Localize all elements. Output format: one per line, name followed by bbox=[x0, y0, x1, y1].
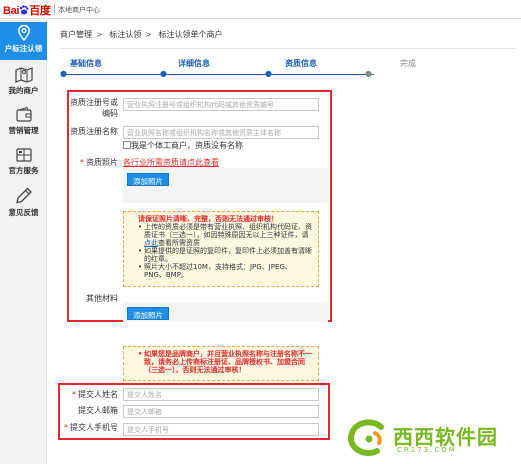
step-dot: ● bbox=[160, 69, 167, 78]
breadcrumb-divider bbox=[60, 48, 515, 49]
add-photo-button[interactable]: 添加照片 bbox=[127, 173, 169, 186]
reg-name-input[interactable] bbox=[123, 126, 319, 139]
brand-notice: 如果您是品牌商户，并且营业执照名称与注册名称不一致，请务必上传商标注册证、品牌授… bbox=[123, 346, 319, 381]
map-icon bbox=[14, 67, 33, 83]
page-root: { "header": { "logo_text": "Bai百度", "tit… bbox=[0, 0, 521, 464]
click-here-link[interactable]: 点此 bbox=[144, 239, 158, 247]
step-detail-info: 详细信息 bbox=[178, 59, 210, 68]
progress-steps: 基础信息 详细信息 资质信息 完成 ● ● ● ● bbox=[60, 54, 515, 84]
step-qualification-info: 资质信息 bbox=[285, 59, 317, 68]
notice-item: 照片大小不超过10M，支持格式：JPG、JPEG、PNG、BMP。 bbox=[138, 263, 312, 279]
submitter-name-input[interactable] bbox=[123, 388, 319, 401]
sidebar-item-official-service[interactable]: 官方服务 bbox=[0, 144, 47, 182]
breadcrumb: 商户管理 > 标注认领 > 标注认领单个商户 bbox=[60, 29, 510, 49]
submitter-email-input[interactable] bbox=[123, 405, 319, 418]
logo-divider bbox=[54, 4, 55, 15]
required-star: * bbox=[80, 158, 84, 167]
step-dot: ● bbox=[365, 69, 372, 78]
add-other-photo-button[interactable]: 添加照片 bbox=[127, 307, 169, 320]
photos-label: * 资质照片 bbox=[80, 158, 118, 167]
qualification-requirements-link[interactable]: 各行业所需资质请点此查看 bbox=[123, 157, 219, 168]
baidu-logo[interactable]: Bai 百度 bbox=[3, 2, 51, 18]
submitter-phone-input[interactable] bbox=[123, 423, 319, 436]
photo-notice-headline: 请保证照片清晰、完整，否则无法通过审核！ bbox=[138, 215, 278, 223]
sidebar-item-label: 户标注认领 bbox=[4, 44, 43, 53]
submitter-email-label: 提交人邮箱 bbox=[78, 406, 118, 415]
breadcrumb-item[interactable]: 商户管理 bbox=[60, 30, 92, 39]
location-pin-icon bbox=[17, 24, 30, 42]
breadcrumb-separator: > bbox=[96, 30, 103, 39]
other-materials-label: 其他材料 bbox=[86, 294, 118, 303]
app-title: 本地商户中心 bbox=[58, 6, 100, 14]
sidebar-item-marketing[interactable]: 营销管理 bbox=[0, 104, 47, 142]
reg-no-label: 资质注册号或编码 bbox=[70, 98, 118, 118]
sidebar-item-feedback[interactable]: 意见反馈 bbox=[0, 184, 47, 222]
step-dot: ● bbox=[265, 69, 272, 78]
pencil-icon bbox=[15, 187, 32, 204]
breadcrumb-item-current: 标注认领单个商户 bbox=[158, 30, 223, 39]
photo-notice-list: 上传的资质必须是带有营业执照、组织机构代码证、资质证书（三选一），如因特殊原因无… bbox=[138, 223, 312, 279]
sidebar-item-label: 营销管理 bbox=[8, 126, 39, 135]
service-icon bbox=[15, 148, 32, 162]
individual-checkbox[interactable] bbox=[123, 141, 131, 149]
step-dot: ● bbox=[60, 69, 67, 78]
sidebar-item-label: 官方服务 bbox=[8, 166, 39, 175]
step-complete: 完成 bbox=[400, 59, 416, 68]
top-bar: Bai 百度 本地商户中心 bbox=[0, 0, 521, 19]
step-progress-line bbox=[64, 74, 374, 75]
photo-notice: 请保证照片清晰、完整，否则无法通过审核！ 上传的资质必须是带有营业执照、组织机构… bbox=[123, 211, 319, 287]
submitter-phone-label: * 提交人手机号 bbox=[64, 423, 118, 432]
watermark: 西西软件园 CR173.COM bbox=[345, 418, 517, 460]
reg-name-label: 资质注册名称 bbox=[70, 127, 118, 136]
qualification-highlight-box bbox=[67, 90, 332, 322]
notice-item: 上传的资质必须是带有营业执照、组织机构代码证、资质证书（三选一），如因特殊原因无… bbox=[138, 223, 312, 247]
sidebar: 户标注认领 我的商户 营销管理 官方服务 意见反馈 bbox=[0, 20, 47, 464]
step-basic-info: 基础信息 bbox=[70, 59, 102, 68]
breadcrumb-item[interactable]: 标注认领 bbox=[109, 30, 141, 39]
individual-checkbox-label: 我是个体工商户，资质没有名称 bbox=[131, 141, 243, 150]
sidebar-item-label: 我的商户 bbox=[8, 86, 39, 95]
notice-item: 如果提供的是证照的复印件，复印件上必须加盖有清晰的红章。 bbox=[138, 247, 312, 263]
submitter-name-label: * 提交人姓名 bbox=[72, 390, 118, 399]
sidebar-item-label: 意见反馈 bbox=[8, 208, 39, 217]
wallet-icon bbox=[15, 106, 32, 122]
brand-notice-text: 如果您是品牌商户，并且营业执照名称与注册名称不一致，请务必上传商标注册证、品牌授… bbox=[138, 350, 312, 374]
reg-no-input[interactable] bbox=[123, 98, 319, 111]
sidebar-item-claim[interactable]: 户标注认领 bbox=[0, 22, 47, 60]
sidebar-item-my-merchant[interactable]: 我的商户 bbox=[0, 64, 47, 102]
watermark-logo-icon bbox=[348, 419, 384, 457]
watermark-url: CR173.COM bbox=[397, 446, 457, 454]
paw-icon bbox=[19, 5, 29, 15]
breadcrumb-separator: > bbox=[145, 30, 152, 39]
